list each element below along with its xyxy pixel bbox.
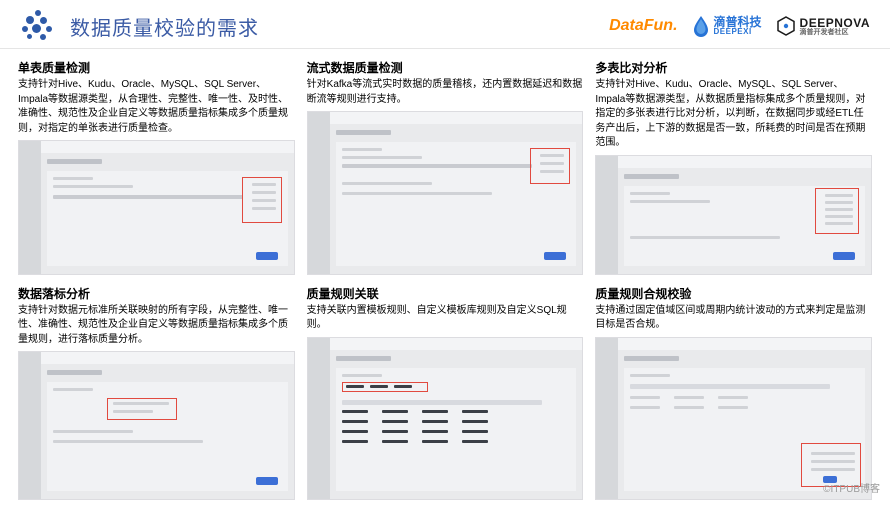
- feature-grid: 单表质量检测 支持针对Hive、Kudu、Oracle、MySQL、SQL Se…: [0, 49, 890, 506]
- card-multi-table: 多表比对分析 支持针对Hive、Kudu、Oracle、MySQL、SQL Se…: [595, 59, 872, 275]
- card-desc: 支持针对Hive、Kudu、Oracle、MySQL、SQL Server、Im…: [18, 78, 295, 136]
- deepexi-en: DEEPEXI: [714, 28, 762, 36]
- dots-cluster-icon: [20, 8, 56, 44]
- screenshot-thumbnail: [595, 337, 872, 501]
- header-right: DataFun. 滴普科技 DEEPEXI DEEPNOVA 滴普开发者社区: [609, 15, 870, 37]
- card-desc: 针对Kafka等流式实时数据的质量稽核，还内置数据延迟和数据断流等规则进行支持。: [307, 78, 584, 107]
- card-compliance: 质量规则合规校验 支持通过固定值域区间或周期内统计波动的方式来判定是监测目标是否…: [595, 285, 872, 501]
- card-desc: 支持针对Hive、Kudu、Oracle、MySQL、SQL Server、Im…: [595, 78, 872, 151]
- card-desc: 支持关联内置模板规则、自定义模板库规则及自定义SQL规则。: [307, 304, 584, 333]
- screenshot-thumbnail: [595, 155, 872, 275]
- page-title: 数据质量校验的需求: [70, 12, 259, 41]
- card-stream: 流式数据质量检测 针对Kafka等流式实时数据的质量稽核，还内置数据延迟和数据断…: [307, 59, 584, 275]
- screenshot-thumbnail: [307, 337, 584, 501]
- card-title: 单表质量检测: [18, 59, 295, 76]
- deepnova-cn: 滴普开发者社区: [800, 29, 870, 36]
- droplet-icon: [692, 15, 710, 37]
- card-single-table: 单表质量检测 支持针对Hive、Kudu、Oracle、MySQL、SQL Se…: [18, 59, 295, 275]
- deepnova-en: DEEPNOVA: [800, 17, 870, 29]
- deepexi-logo: 滴普科技 DEEPEXI: [692, 15, 762, 37]
- datafun-logo: DataFun.: [609, 17, 677, 35]
- card-title: 质量规则关联: [307, 285, 584, 302]
- card-title: 多表比对分析: [595, 59, 872, 76]
- card-title: 数据落标分析: [18, 285, 295, 302]
- watermark: ©ITPUB博客: [823, 480, 880, 495]
- slide-header: 数据质量校验的需求 DataFun. 滴普科技 DEEPEXI DEEPNOVA…: [0, 0, 890, 49]
- screenshot-thumbnail: [18, 140, 295, 275]
- deepnova-logo: DEEPNOVA 滴普开发者社区: [776, 16, 870, 36]
- screenshot-thumbnail: [307, 111, 584, 275]
- header-left: 数据质量校验的需求: [20, 8, 259, 44]
- card-desc: 支持通过固定值域区间或周期内统计波动的方式来判定是监测目标是否合规。: [595, 304, 872, 333]
- card-desc: 支持针对数据元标准所关联映射的所有字段，从完整性、唯一性、准确性、规范性及企业自…: [18, 304, 295, 348]
- hex-icon: [776, 16, 796, 36]
- screenshot-thumbnail: [18, 351, 295, 500]
- card-title: 流式数据质量检测: [307, 59, 584, 76]
- card-standard: 数据落标分析 支持针对数据元标准所关联映射的所有字段，从完整性、唯一性、准确性、…: [18, 285, 295, 501]
- card-title: 质量规则合规校验: [595, 285, 872, 302]
- card-rule-link: 质量规则关联 支持关联内置模板规则、自定义模板库规则及自定义SQL规则。: [307, 285, 584, 501]
